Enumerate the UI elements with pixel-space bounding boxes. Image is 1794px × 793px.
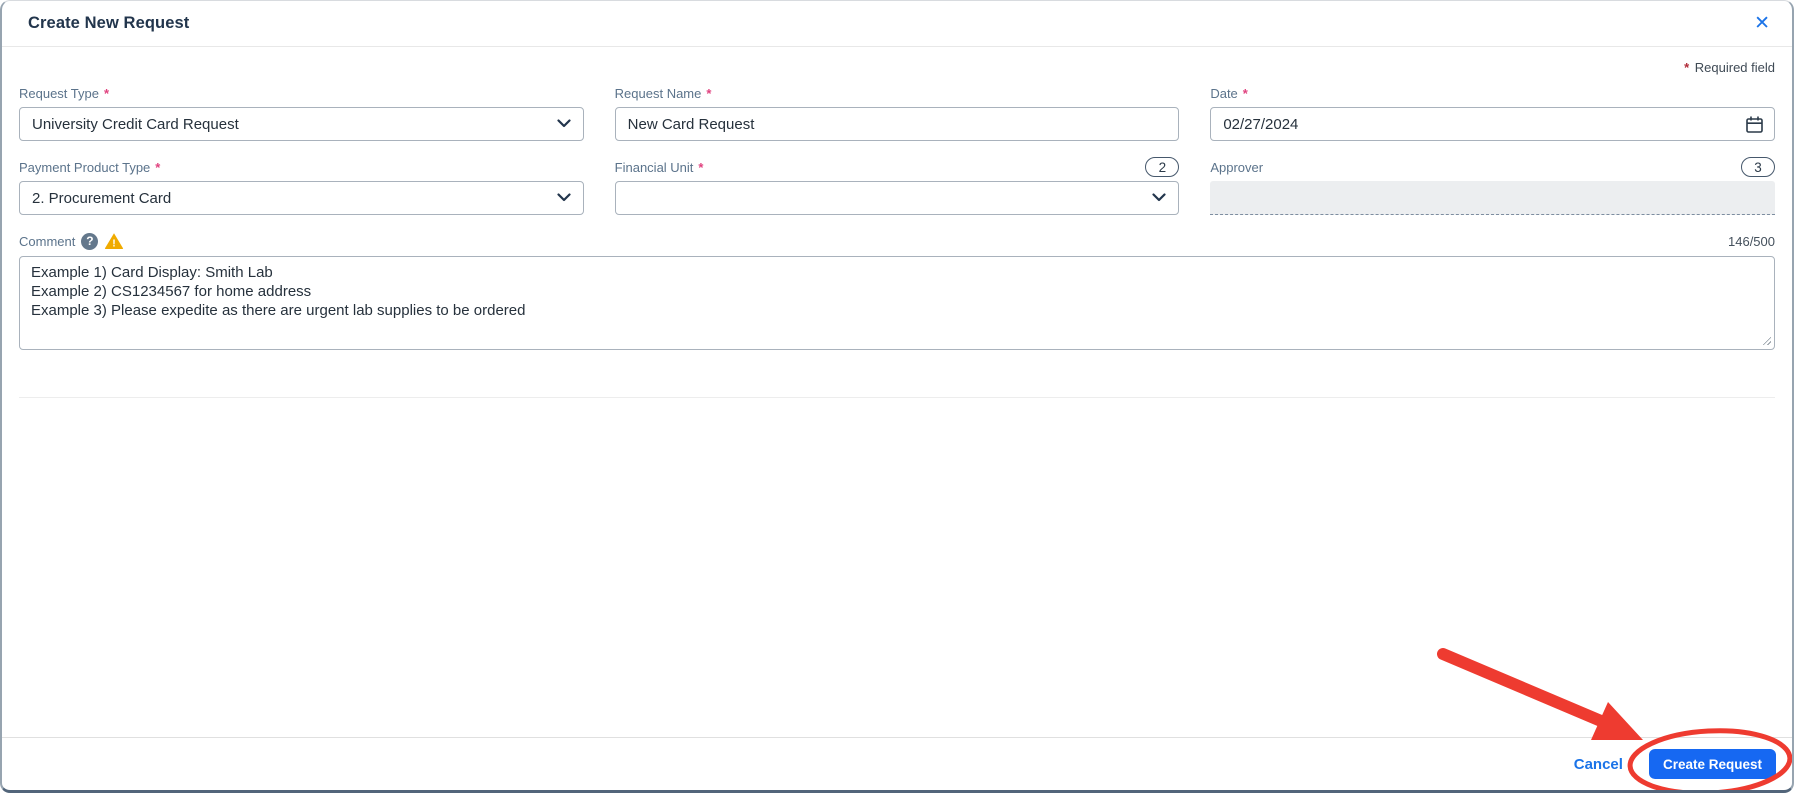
field-financial-unit: Financial Unit * 2: [614, 157, 1180, 215]
required-asterisk: *: [698, 159, 704, 175]
required-asterisk: *: [1684, 60, 1690, 75]
chevron-down-icon: [557, 119, 571, 128]
dialog-footer: Cancel Create Request: [2, 737, 1792, 790]
create-new-request-dialog: Create New Request ✕ * Required field Re…: [0, 0, 1794, 793]
payment-product-type-value: 2. Procurement Card: [32, 189, 172, 207]
help-icon[interactable]: ?: [81, 232, 99, 250]
char-counter: 146/500: [1728, 233, 1775, 249]
comment-textarea[interactable]: Example 1) Card Display: Smith Lab Examp…: [19, 256, 1775, 350]
close-button[interactable]: ✕: [1748, 10, 1776, 37]
step-badge-3: 3: [1741, 157, 1775, 177]
required-asterisk: *: [155, 159, 161, 175]
chevron-down-icon: [1152, 193, 1166, 202]
field-request-name: Request Name *: [614, 84, 1180, 141]
form-grid: Request Type * University Credit Card Re…: [19, 84, 1775, 215]
required-note-text: Required field: [1694, 60, 1775, 75]
svg-text:!: !: [113, 238, 117, 250]
request-type-value: University Credit Card Request: [32, 115, 239, 133]
required-asterisk: *: [103, 85, 110, 101]
dialog-body: * Required field Request Type * Universi…: [2, 47, 1792, 737]
create-request-button[interactable]: Create Request: [1648, 749, 1776, 779]
warning-icon: !: [105, 233, 124, 250]
step-badge-2: 2: [1145, 157, 1180, 177]
request-name-label: Request Name: [614, 85, 702, 101]
financial-unit-label: Financial Unit: [614, 159, 694, 175]
field-payment-product-type: Payment Product Type * 2. Procurement Ca…: [19, 158, 584, 215]
field-date: Date *: [1210, 84, 1775, 141]
payment-product-type-select[interactable]: 2. Procurement Card: [19, 181, 584, 215]
date-input[interactable]: [1223, 115, 1738, 133]
cancel-button[interactable]: Cancel: [1572, 752, 1625, 777]
financial-unit-select[interactable]: [614, 181, 1180, 215]
required-asterisk: *: [1242, 85, 1248, 101]
comment-label: Comment: [19, 233, 76, 249]
payment-product-type-label: Payment Product Type: [19, 159, 151, 175]
field-comment: Comment ? ! 146/500 Example 1) Card Disp…: [19, 232, 1775, 350]
field-approver: Approver 3: [1210, 157, 1775, 215]
required-asterisk: *: [706, 85, 712, 101]
request-name-input[interactable]: [627, 115, 1167, 133]
request-type-label: Request Type: [19, 85, 99, 101]
approver-label: Approver: [1210, 159, 1264, 175]
date-label: Date: [1210, 85, 1238, 101]
required-field-note: * Required field: [19, 60, 1775, 75]
chevron-down-icon: [557, 193, 571, 202]
dialog-title: Create New Request: [28, 14, 190, 32]
approver-field-disabled: [1210, 181, 1775, 215]
dialog-header: Create New Request ✕: [2, 1, 1792, 47]
close-icon: ✕: [1754, 13, 1770, 34]
calendar-icon[interactable]: [1745, 115, 1764, 134]
request-type-select[interactable]: University Credit Card Request: [19, 107, 584, 141]
field-request-type: Request Type * University Credit Card Re…: [19, 84, 584, 141]
